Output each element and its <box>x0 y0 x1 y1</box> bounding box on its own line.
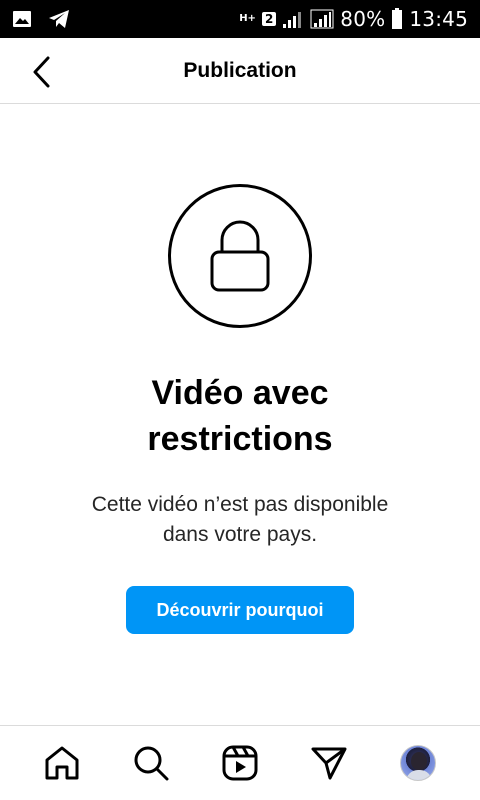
restriction-description-line: Cette vidéo n’est pas disponible <box>91 493 389 516</box>
lock-icon <box>210 220 270 292</box>
restriction-description-line: dans votre pays. <box>162 523 318 546</box>
clock: 13:45 <box>409 7 468 31</box>
nav-profile[interactable] <box>390 735 446 791</box>
learn-why-button[interactable]: Découvrir pourquoi <box>126 586 354 634</box>
page-title: Publication <box>183 58 297 82</box>
restriction-title: Vidéo avec restrictions <box>0 370 480 462</box>
home-icon <box>45 746 79 780</box>
restricted-video-panel: Vidéo avec restrictions Cette vidéo n’es… <box>0 104 480 724</box>
nav-reels[interactable] <box>212 735 268 791</box>
telegram-icon <box>48 9 70 29</box>
gallery-icon <box>12 10 32 28</box>
status-bar-left <box>12 9 70 29</box>
bottom-navigation <box>0 725 480 800</box>
direct-send-icon <box>311 747 347 780</box>
chevron-left-icon <box>33 56 50 88</box>
back-button[interactable] <box>22 52 62 92</box>
status-bar-right: H+ 2 80% 13:45 <box>239 7 468 31</box>
search-icon <box>134 746 169 781</box>
avatar <box>399 745 436 781</box>
restriction-description: Cette vidéo n’est pas disponible dans vo… <box>0 490 480 550</box>
restriction-title-line: restrictions <box>147 420 333 458</box>
top-app-bar: Publication <box>0 38 480 104</box>
battery-percent: 80% <box>340 7 386 31</box>
nav-search[interactable] <box>123 735 179 791</box>
reels-icon <box>222 745 258 781</box>
signal-icon <box>310 9 334 29</box>
nav-home[interactable] <box>34 735 90 791</box>
lock-badge <box>168 184 312 328</box>
avatar-body <box>405 770 432 780</box>
nav-direct[interactable] <box>301 735 357 791</box>
avatar-face <box>410 752 427 770</box>
restriction-title-line: Vidéo avec <box>151 374 329 412</box>
signal-icon <box>282 9 304 29</box>
network-h-plus-icon: H+ <box>239 13 256 24</box>
sim-2-icon: 2 <box>261 12 277 26</box>
battery-icon <box>391 8 403 30</box>
status-bar: H+ 2 80% 13:45 <box>0 0 480 38</box>
